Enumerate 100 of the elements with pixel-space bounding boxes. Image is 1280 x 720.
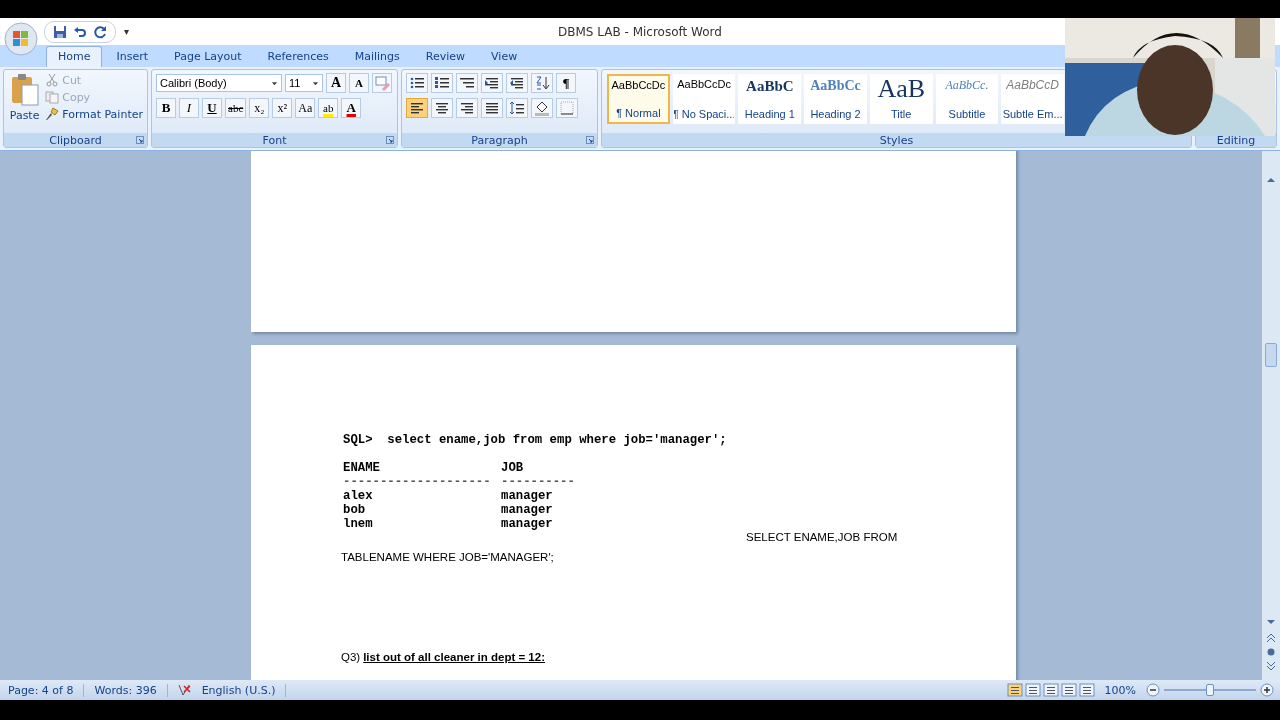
question-number: Q3) — [341, 651, 361, 663]
bullet-list-icon — [409, 75, 425, 91]
ribbon-tab[interactable]: Insert — [104, 46, 161, 67]
browse-object-icon[interactable] — [1266, 647, 1276, 657]
style-gallery-item[interactable]: AaBbCc. Subtitle — [935, 74, 999, 124]
page-count[interactable]: Page: 4 of 8 — [6, 683, 85, 697]
zoom-level[interactable]: 100% — [1104, 683, 1136, 697]
view-mode-icon[interactable] — [1006, 683, 1023, 697]
style-gallery-item[interactable]: AaBbCcDc ¶ Normal — [607, 74, 670, 124]
result-cell-text: bob — [343, 503, 367, 517]
align-icon — [409, 100, 425, 116]
view-mode-icon[interactable] — [1060, 683, 1077, 697]
dialog-launcher-icon[interactable] — [386, 136, 394, 144]
format-button[interactable]: B — [156, 98, 176, 118]
result-cell-text: manager — [501, 503, 554, 517]
next-page-icon[interactable] — [1266, 661, 1276, 671]
ribbon-tab[interactable]: Page Layout — [162, 46, 254, 67]
language-indicator[interactable]: English (U.S.) — [199, 683, 287, 697]
group-label: Font — [262, 133, 287, 147]
format-button[interactable]: I — [179, 98, 199, 118]
align-icon — [434, 100, 450, 116]
borders-button[interactable] — [556, 98, 578, 118]
result-cell-text: alex — [343, 489, 374, 503]
group-label: Styles — [879, 133, 914, 147]
dropdown-arrow-icon[interactable] — [271, 79, 278, 87]
zoom-slider-thumb[interactable] — [1206, 684, 1214, 696]
group-label: Paragraph — [471, 133, 528, 147]
body-text: TABLENAME WHERE JOB='MANAGER'; — [341, 551, 554, 563]
ribbon-tab[interactable]: Review — [413, 46, 478, 67]
clipboard-button[interactable]: Format Painter — [45, 107, 143, 121]
zoom-in-icon[interactable] — [1260, 683, 1274, 697]
scroll-down-icon[interactable] — [1266, 617, 1276, 627]
ribbon-tab[interactable]: Home — [46, 46, 103, 67]
copy-icon — [45, 90, 60, 104]
question-heading: list out of all cleaner in dept = 12: — [363, 651, 545, 663]
undo-icon[interactable] — [73, 24, 87, 39]
numbered-list-icon — [434, 75, 450, 91]
style-gallery-item[interactable]: AaBbCcD Subtle Em... — [1001, 74, 1064, 124]
shrink-font-button[interactable]: A — [349, 73, 369, 93]
group-label: Clipboard — [49, 133, 102, 147]
scroll-thumb[interactable] — [1265, 343, 1277, 367]
align-button[interactable] — [481, 98, 503, 118]
scroll-up-icon[interactable] — [1266, 175, 1276, 185]
font-size-field[interactable]: 11 — [285, 74, 323, 92]
vertical-scrollbar[interactable] — [1262, 151, 1280, 680]
align-button[interactable] — [431, 98, 453, 118]
customize-toolbar-button[interactable]: ▾ — [124, 26, 130, 37]
shading-button[interactable] — [531, 98, 553, 118]
previous-page-icon[interactable] — [1266, 633, 1276, 643]
paintbrush-icon — [45, 107, 60, 121]
format-button[interactable]: x₂ — [249, 98, 270, 118]
numbering-button[interactable] — [431, 73, 453, 93]
proofing-icon[interactable] — [175, 683, 192, 697]
ribbon-tab[interactable]: View — [479, 46, 530, 67]
align-button[interactable] — [456, 98, 478, 118]
view-mode-icon[interactable] — [1024, 683, 1041, 697]
show-marks-button[interactable]: ¶ — [556, 73, 576, 93]
align-icon — [484, 100, 500, 116]
group-label: Editing — [1216, 133, 1256, 147]
line-spacing-icon — [509, 100, 525, 116]
sort-button[interactable] — [531, 73, 553, 93]
highlight-button[interactable]: ab — [318, 98, 339, 118]
line-spacing-button[interactable] — [506, 98, 528, 118]
column-rule: -------------------- — [343, 475, 492, 489]
view-mode-icon[interactable] — [1042, 683, 1059, 697]
bullets-button[interactable] — [406, 73, 428, 93]
save-icon[interactable] — [53, 24, 67, 39]
format-button[interactable]: abc — [225, 98, 247, 118]
format-button[interactable]: x² — [272, 98, 293, 118]
window-title: DBMS LAB - Microsoft Word — [558, 24, 722, 39]
multilevel-list-button[interactable] — [456, 73, 478, 93]
column-rule: ---------- — [501, 475, 576, 489]
font-name-field[interactable]: Calibri (Body) — [156, 74, 282, 92]
word-count[interactable]: Words: 396 — [92, 683, 168, 697]
style-gallery-item[interactable]: AaBbCc Heading 2 — [804, 74, 867, 124]
increase-indent-button[interactable] — [506, 73, 528, 93]
font-color-button[interactable]: A — [341, 98, 362, 118]
dropdown-arrow-icon[interactable] — [312, 79, 319, 87]
ribbon-tab[interactable]: References — [255, 46, 341, 67]
sort-icon — [534, 75, 550, 91]
dialog-launcher-icon[interactable] — [586, 136, 594, 144]
zoom-out-icon[interactable] — [1146, 683, 1160, 697]
paste-button[interactable]: Paste — [8, 73, 42, 130]
align-button[interactable] — [406, 98, 428, 118]
style-gallery-item[interactable]: AaBbC Heading 1 — [738, 74, 802, 124]
dialog-launcher-icon[interactable] — [136, 136, 144, 144]
format-button[interactable]: U — [202, 98, 222, 118]
multilevel-list-icon — [459, 75, 475, 91]
sql-query: SQL> select ename,job from emp where job='manager'; — [343, 433, 728, 447]
grow-font-button[interactable]: A — [326, 73, 346, 93]
redo-icon[interactable] — [93, 24, 107, 39]
ribbon-tab[interactable]: Mailings — [342, 46, 412, 67]
style-gallery-item[interactable]: AaB Title — [869, 74, 933, 124]
decrease-indent-button[interactable] — [481, 73, 503, 93]
result-cell-text: manager — [501, 517, 554, 531]
body-text: SELECT ENAME,JOB FROM — [746, 531, 898, 543]
view-mode-icon[interactable] — [1078, 683, 1095, 697]
align-icon — [459, 100, 475, 116]
format-button[interactable]: Aa — [295, 98, 316, 118]
style-gallery-item[interactable]: AaBbCcDc ¶ No Spaci... — [672, 74, 736, 124]
